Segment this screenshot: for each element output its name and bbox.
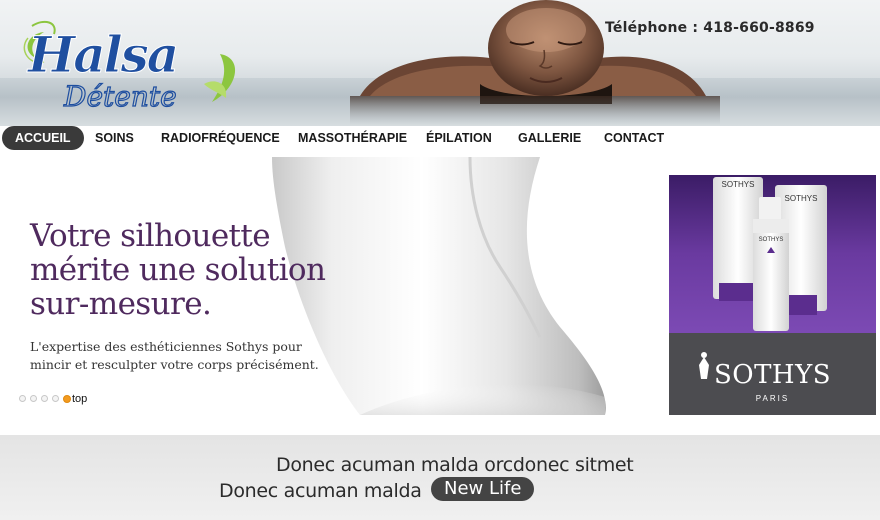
slider-subtext: L'expertise des esthéticiennes Sothys po… xyxy=(30,339,319,372)
ad-tube-label-left: SOTHYS xyxy=(722,180,755,189)
nav-item-accueil[interactable]: ACCUEIL xyxy=(2,126,84,150)
top-link[interactable]: top xyxy=(72,393,87,405)
phone-number: Téléphone : 418-660-8869 xyxy=(605,20,815,36)
ad-tube-label-right: SOTHYS xyxy=(785,194,818,203)
promo-band: Donec acuman malda orcdonec sitmet Donec… xyxy=(0,435,880,520)
nav-item-massotherapie[interactable]: MASSOTHÉRAPIE xyxy=(298,126,407,150)
nav-item-contact[interactable]: CONTACT xyxy=(604,126,664,150)
ad-brand-sub: PARIS xyxy=(755,394,790,403)
ad-bottle-label: SOTHYS xyxy=(759,237,784,243)
hero-slider[interactable]: Votre silhouette mérite une solution sur… xyxy=(0,157,662,415)
logo-text-sub: Détente xyxy=(63,80,177,113)
nav-item-gallerie[interactable]: GALLERIE xyxy=(518,126,581,150)
header-photo xyxy=(350,0,720,126)
slider-headline: Votre silhouette mérite une solution sur… xyxy=(30,218,326,322)
slider-dot-2[interactable] xyxy=(30,395,37,402)
main-nav: ACCUEIL SOINS RADIOFRÉQUENCE MASSOTHÉRAP… xyxy=(0,126,880,150)
slider-dot-3[interactable] xyxy=(41,395,48,402)
ad-brand-name: SOTHYS xyxy=(713,360,832,390)
promo-line-1: Donec acuman malda orcdonec sitmet xyxy=(276,454,634,476)
nav-item-soins[interactable]: SOINS xyxy=(95,126,134,150)
new-life-button[interactable]: New Life xyxy=(431,477,535,501)
sothys-ad[interactable]: SOTHYS SOTHYS SOTHYS SOTHYS PARIS xyxy=(669,157,876,415)
promo-line-2: Donec acuman malda xyxy=(219,480,422,502)
nav-item-radiofrequence[interactable]: RADIOFRÉQUENCE xyxy=(161,126,280,150)
logo-text-main: Halsa xyxy=(26,25,177,84)
slider-dot-4[interactable] xyxy=(52,395,59,402)
slider-dot-5-active[interactable] xyxy=(63,394,71,403)
header-banner: Halsa Détente Téléphone : 418-660-8869 xyxy=(0,0,880,126)
slider-dot-1[interactable] xyxy=(19,395,26,402)
nav-item-epilation[interactable]: ÉPILATION xyxy=(426,126,492,150)
halsa-logo[interactable]: Halsa Détente xyxy=(14,14,244,114)
